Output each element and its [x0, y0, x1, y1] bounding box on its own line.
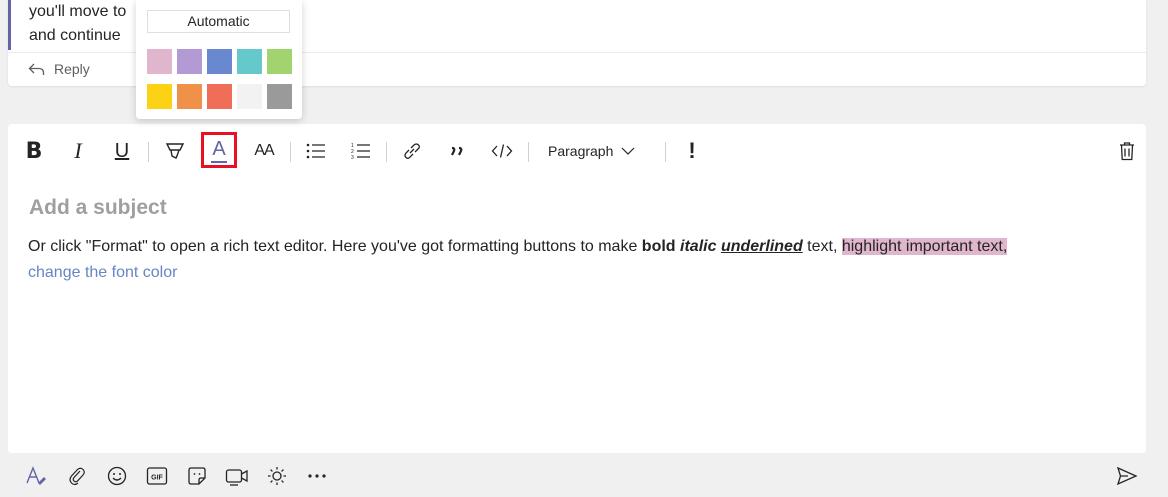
quote-icon	[451, 146, 463, 156]
subject-field[interactable]: Add a subject	[29, 196, 167, 220]
bulleted-list-button[interactable]	[298, 136, 334, 166]
reply-label: Reply	[54, 61, 90, 77]
format-icon	[26, 466, 46, 485]
send-button[interactable]	[1112, 461, 1142, 491]
toolbar-separator	[148, 142, 149, 162]
emoji-button[interactable]	[102, 461, 132, 491]
color-swatch[interactable]	[267, 49, 292, 74]
underline-button[interactable]: U	[104, 136, 140, 166]
highlighted-text: highlight important text,	[841, 238, 1008, 255]
insert-link-button[interactable]	[394, 136, 430, 166]
sticker-button[interactable]	[182, 461, 212, 491]
color-swatch[interactable]	[237, 49, 262, 74]
format-button[interactable]	[21, 461, 51, 491]
toolbar-separator	[528, 142, 529, 162]
paragraph-style-dropdown[interactable]: Paragraph	[548, 136, 635, 166]
praise-button[interactable]	[262, 461, 292, 491]
color-swatch[interactable]	[177, 49, 202, 74]
code-icon	[491, 144, 513, 158]
emoji-icon	[107, 466, 127, 486]
numbered-list-button[interactable]: 1 2 3	[343, 136, 379, 166]
sticker-icon	[188, 467, 206, 485]
svg-text:GIF: GIF	[151, 475, 163, 482]
reply-button[interactable]: Reply	[28, 58, 90, 80]
toolbar-separator	[386, 142, 387, 162]
message-editor[interactable]: Or click "Format" to open a rich text ed…	[28, 234, 1128, 286]
color-swatch[interactable]	[147, 49, 172, 74]
automatic-color-button[interactable]: Automatic	[147, 10, 290, 33]
meet-now-icon	[225, 469, 248, 486]
toolbar-separator	[290, 142, 291, 162]
meet-now-button[interactable]	[222, 461, 252, 491]
bold-button[interactable]: B	[16, 136, 52, 166]
mark-important-button[interactable]: !	[674, 136, 710, 166]
previous-message-text: you'll move to and continue	[29, 0, 126, 48]
message-accent-bar	[8, 0, 11, 50]
delete-button[interactable]	[1109, 136, 1145, 166]
bulleted-list-icon	[306, 143, 325, 159]
attach-button[interactable]	[62, 461, 92, 491]
message-line: and continue	[29, 27, 121, 44]
praise-icon	[268, 467, 286, 485]
plain-text: Or click "Format" to open a rich text ed…	[28, 238, 642, 255]
plain-text: text,	[802, 238, 842, 255]
color-swatch[interactable]	[207, 84, 232, 109]
gif-button[interactable]: GIF	[142, 461, 172, 491]
color-swatch[interactable]	[207, 49, 232, 74]
colored-text: change the font color	[28, 264, 178, 281]
svg-text:3: 3	[351, 155, 354, 160]
font-size-button[interactable]: AA	[246, 136, 282, 166]
bold-icon: B	[25, 138, 43, 164]
underline-icon: U	[114, 139, 130, 162]
italic-icon: I	[74, 138, 82, 163]
paragraph-style-label: Paragraph	[548, 143, 614, 159]
font-color-selection-highlight	[201, 132, 237, 168]
color-swatch[interactable]	[147, 84, 172, 109]
color-swatch[interactable]	[177, 84, 202, 109]
compose-box: B I U A AA 1 2 3 Paragraph ! Add a subje…	[8, 124, 1146, 453]
gif-icon: GIF	[146, 467, 168, 485]
trash-icon	[1120, 142, 1134, 161]
italic-text: italic	[680, 238, 717, 255]
font-size-icon: AA	[254, 142, 274, 159]
highlighter-icon	[165, 143, 185, 159]
bold-text: bold	[641, 238, 676, 255]
more-options-button[interactable]	[302, 461, 332, 491]
color-swatch[interactable]	[267, 84, 292, 109]
highlight-button[interactable]	[157, 136, 193, 166]
quote-button[interactable]	[439, 136, 475, 166]
important-icon: !	[688, 138, 696, 163]
numbered-list-icon: 1 2 3	[351, 143, 370, 160]
attach-icon	[69, 467, 85, 486]
message-line: you'll move to	[29, 3, 127, 20]
toolbar-separator	[665, 142, 666, 162]
italic-button[interactable]: I	[60, 136, 96, 166]
link-icon	[404, 143, 421, 160]
more-options-icon	[308, 474, 326, 478]
compose-actions-bar: GIF	[0, 455, 1168, 497]
reply-icon	[28, 63, 45, 75]
font-color-picker: Automatic	[136, 0, 302, 119]
send-icon	[1116, 466, 1138, 486]
format-toolbar: B I U A AA 1 2 3 Paragraph !	[8, 124, 1146, 178]
underlined-text: underlined	[720, 238, 803, 255]
color-swatch[interactable]	[237, 84, 262, 109]
code-snippet-button[interactable]	[484, 136, 520, 166]
chevron-down-icon	[621, 147, 635, 155]
